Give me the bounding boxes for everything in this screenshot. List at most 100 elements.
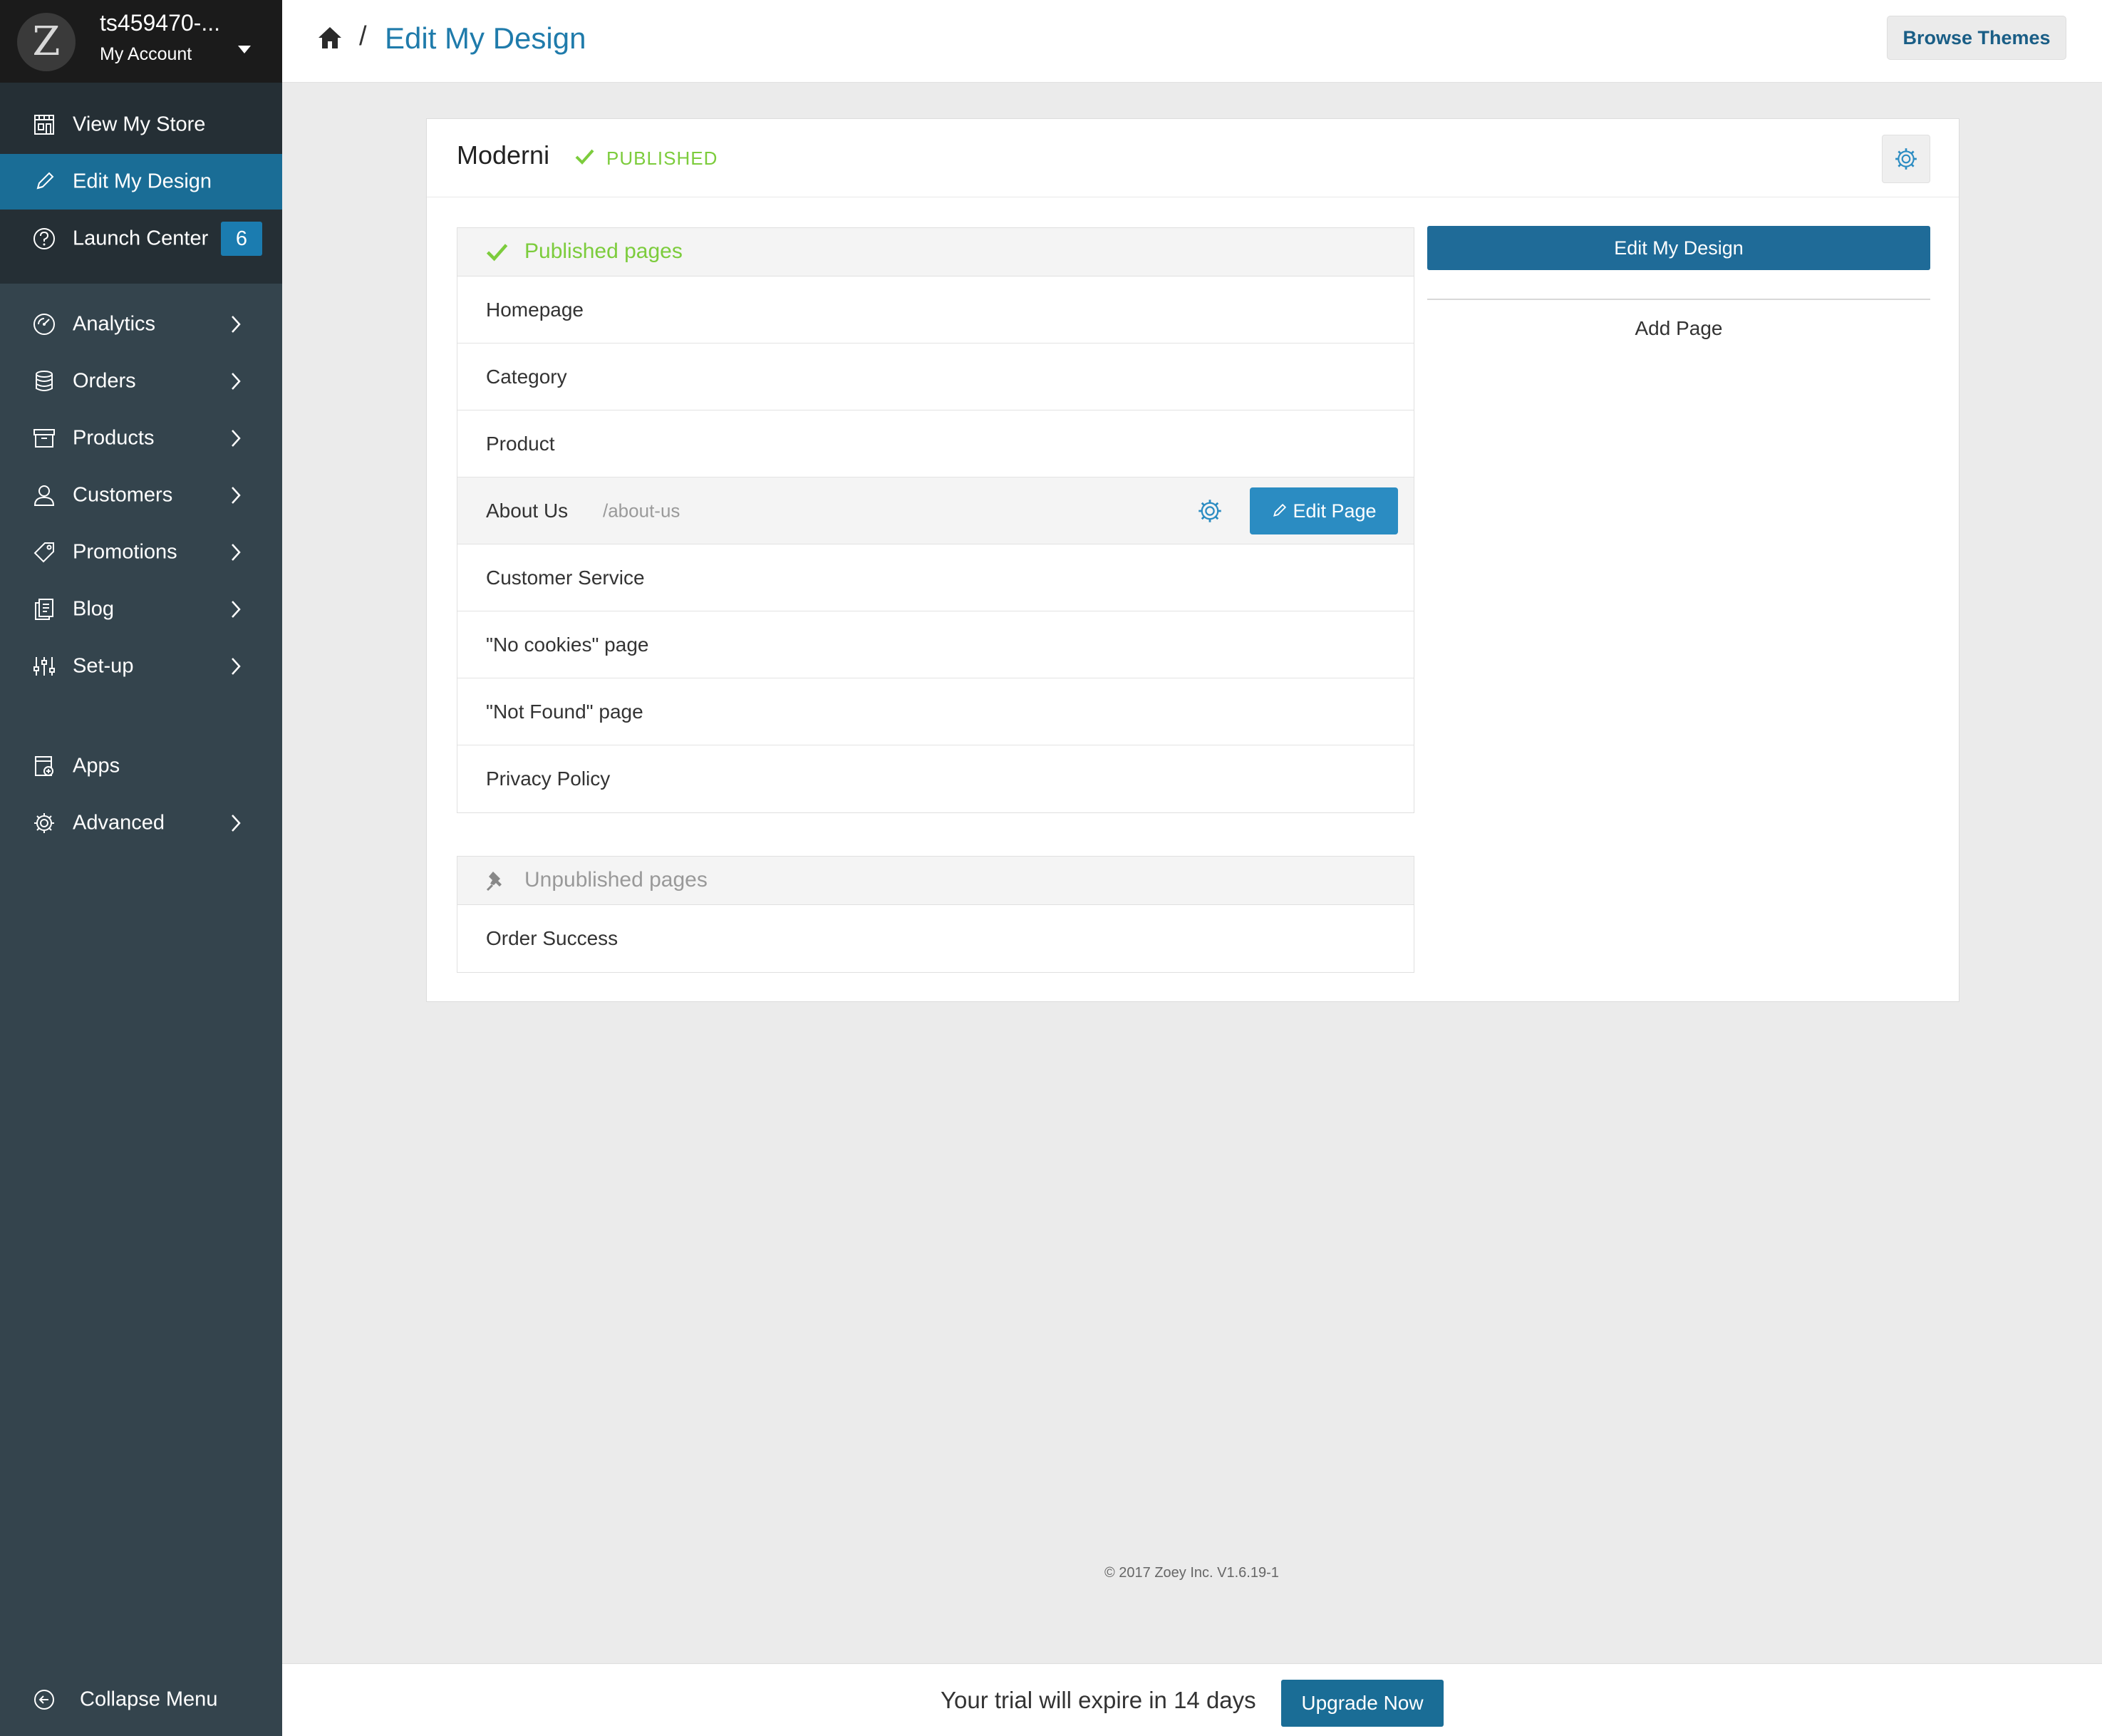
orders-icon bbox=[31, 368, 57, 394]
chevron-right-icon bbox=[229, 812, 242, 834]
edit-page-label: Edit Page bbox=[1293, 500, 1377, 522]
page-name: "No cookies" page bbox=[486, 633, 649, 656]
collapse-left-icon bbox=[31, 1687, 57, 1712]
edit-my-design-button[interactable]: Edit My Design bbox=[1427, 226, 1930, 270]
trial-message: Your trial will expire in 14 days bbox=[941, 1687, 1256, 1713]
sidebar-item-view-my-store[interactable]: View My Store bbox=[0, 97, 282, 153]
sidebar-item-promotions[interactable]: Promotions bbox=[0, 525, 282, 580]
unpublished-pages-section: Unpublished pages Order Success bbox=[457, 856, 1414, 973]
actions-column: Edit My Design Add Page bbox=[1427, 226, 1930, 340]
page-name: Homepage bbox=[486, 298, 584, 321]
sidebar: Z ts459470-... My Account View My Store … bbox=[0, 0, 282, 1736]
page-row-about-us[interactable]: About Us /about-us Edit Page bbox=[457, 477, 1414, 544]
page-name: About Us bbox=[486, 499, 569, 522]
sidebar-item-apps[interactable]: Apps bbox=[0, 738, 282, 794]
account-menu[interactable]: Z ts459470-... My Account bbox=[0, 0, 282, 83]
chevron-right-icon bbox=[229, 485, 242, 506]
published-pages-section: Published pages Homepage Category Produc… bbox=[457, 227, 1414, 813]
page-name: Order Success bbox=[486, 927, 618, 949]
sidebar-item-analytics[interactable]: Analytics bbox=[0, 296, 282, 352]
add-page-link[interactable]: Add Page bbox=[1427, 317, 1930, 340]
gear-icon bbox=[1894, 147, 1918, 171]
account-name: ts459470-... bbox=[100, 10, 220, 36]
home-icon[interactable] bbox=[316, 24, 343, 51]
sidebar-item-label: Set-up bbox=[73, 654, 134, 678]
upgrade-now-button[interactable]: Upgrade Now bbox=[1281, 1680, 1444, 1727]
analytics-icon bbox=[31, 311, 57, 337]
published-pages-header: Published pages bbox=[457, 228, 1414, 277]
sidebar-item-advanced[interactable]: Advanced bbox=[0, 795, 282, 851]
published-pages-heading: Published pages bbox=[524, 239, 683, 263]
theme-card-header: Moderni PUBLISHED bbox=[427, 119, 1959, 197]
sliders-icon bbox=[31, 653, 57, 679]
sidebar-item-label: Customers bbox=[73, 483, 173, 507]
gear-icon bbox=[31, 810, 57, 836]
unpublished-pages-heading: Unpublished pages bbox=[524, 868, 708, 892]
page-row-no-cookies[interactable]: "No cookies" page bbox=[457, 611, 1414, 678]
page-title: Edit My Design bbox=[385, 21, 586, 55]
page-name: Customer Service bbox=[486, 566, 645, 589]
copyright: © 2017 Zoey Inc. V1.6.19-1 bbox=[1104, 1565, 1279, 1581]
page-row-product[interactable]: Product bbox=[457, 410, 1414, 477]
blog-icon bbox=[31, 596, 57, 622]
sidebar-item-label: Edit My Design bbox=[73, 170, 212, 193]
sidebar-item-label: Apps bbox=[73, 754, 120, 777]
page-name: "Not Found" page bbox=[486, 700, 643, 723]
page-row-not-found[interactable]: "Not Found" page bbox=[457, 678, 1414, 745]
sidebar-item-label: Products bbox=[73, 426, 155, 450]
sidebar-item-customers[interactable]: Customers bbox=[0, 467, 282, 523]
page-settings-gear-icon[interactable] bbox=[1197, 498, 1223, 524]
sidebar-item-edit-my-design[interactable]: Edit My Design bbox=[0, 154, 282, 210]
page-name: Product bbox=[486, 432, 555, 455]
sidebar-item-products[interactable]: Products bbox=[0, 410, 282, 466]
chevron-right-icon bbox=[229, 314, 242, 335]
products-icon bbox=[31, 425, 57, 451]
chevron-right-icon bbox=[229, 542, 242, 563]
account-label: My Account bbox=[100, 44, 192, 64]
customers-icon bbox=[31, 482, 57, 508]
page-name: Privacy Policy bbox=[486, 768, 611, 790]
page-row-homepage[interactable]: Homepage bbox=[457, 277, 1414, 343]
sidebar-item-set-up[interactable]: Set-up bbox=[0, 639, 282, 694]
chevron-right-icon bbox=[229, 428, 242, 449]
edit-page-button[interactable]: Edit Page bbox=[1250, 487, 1398, 534]
unpublished-pages-header: Unpublished pages bbox=[457, 857, 1414, 905]
divider bbox=[1427, 299, 1930, 300]
page-name: Category bbox=[486, 365, 567, 388]
apps-icon bbox=[31, 753, 57, 779]
trial-bar: Your trial will expire in 14 days Upgrad… bbox=[282, 1663, 2102, 1736]
sidebar-item-orders[interactable]: Orders bbox=[0, 353, 282, 409]
sidebar-item-label: Blog bbox=[73, 597, 115, 621]
zoey-logo: Z bbox=[17, 13, 76, 71]
launch-center-count-badge: 6 bbox=[221, 222, 262, 256]
page-row-privacy-policy[interactable]: Privacy Policy bbox=[457, 745, 1414, 812]
status-badge: PUBLISHED bbox=[606, 148, 718, 169]
header: / Edit My Design Browse Themes bbox=[282, 0, 2102, 83]
pin-icon bbox=[485, 869, 509, 893]
chevron-right-icon bbox=[229, 371, 242, 392]
sidebar-item-blog[interactable]: Blog bbox=[0, 582, 282, 637]
browse-themes-button[interactable]: Browse Themes bbox=[1887, 16, 2066, 60]
theme-name: Moderni bbox=[457, 140, 550, 170]
page-row-category[interactable]: Category bbox=[457, 343, 1414, 410]
sidebar-item-label: Advanced bbox=[73, 811, 165, 835]
page-url: /about-us bbox=[603, 500, 680, 521]
sidebar-item-label: Launch Center bbox=[73, 227, 209, 250]
store-icon bbox=[31, 112, 57, 138]
pencil-icon bbox=[1271, 503, 1287, 519]
sidebar-item-label: Promotions bbox=[73, 540, 177, 564]
sidebar-item-label: Analytics bbox=[73, 312, 156, 336]
sidebar-item-label: Orders bbox=[73, 369, 136, 393]
theme-card: Moderni PUBLISHED Published pages Homepa… bbox=[426, 118, 1959, 1002]
sidebar-item-label: View My Store bbox=[73, 113, 206, 136]
collapse-menu-label: Collapse Menu bbox=[80, 1688, 218, 1711]
sidebar-item-launch-center[interactable]: Launch Center 6 bbox=[0, 211, 282, 267]
question-icon bbox=[31, 226, 57, 252]
tag-icon bbox=[31, 539, 57, 565]
page-row-customer-service[interactable]: Customer Service bbox=[457, 544, 1414, 611]
caret-down-icon[interactable] bbox=[238, 46, 251, 53]
pencil-icon bbox=[31, 169, 57, 195]
collapse-menu-button[interactable]: Collapse Menu bbox=[0, 1672, 282, 1727]
theme-settings-button[interactable] bbox=[1882, 135, 1930, 183]
page-row-order-success[interactable]: Order Success bbox=[457, 905, 1414, 972]
